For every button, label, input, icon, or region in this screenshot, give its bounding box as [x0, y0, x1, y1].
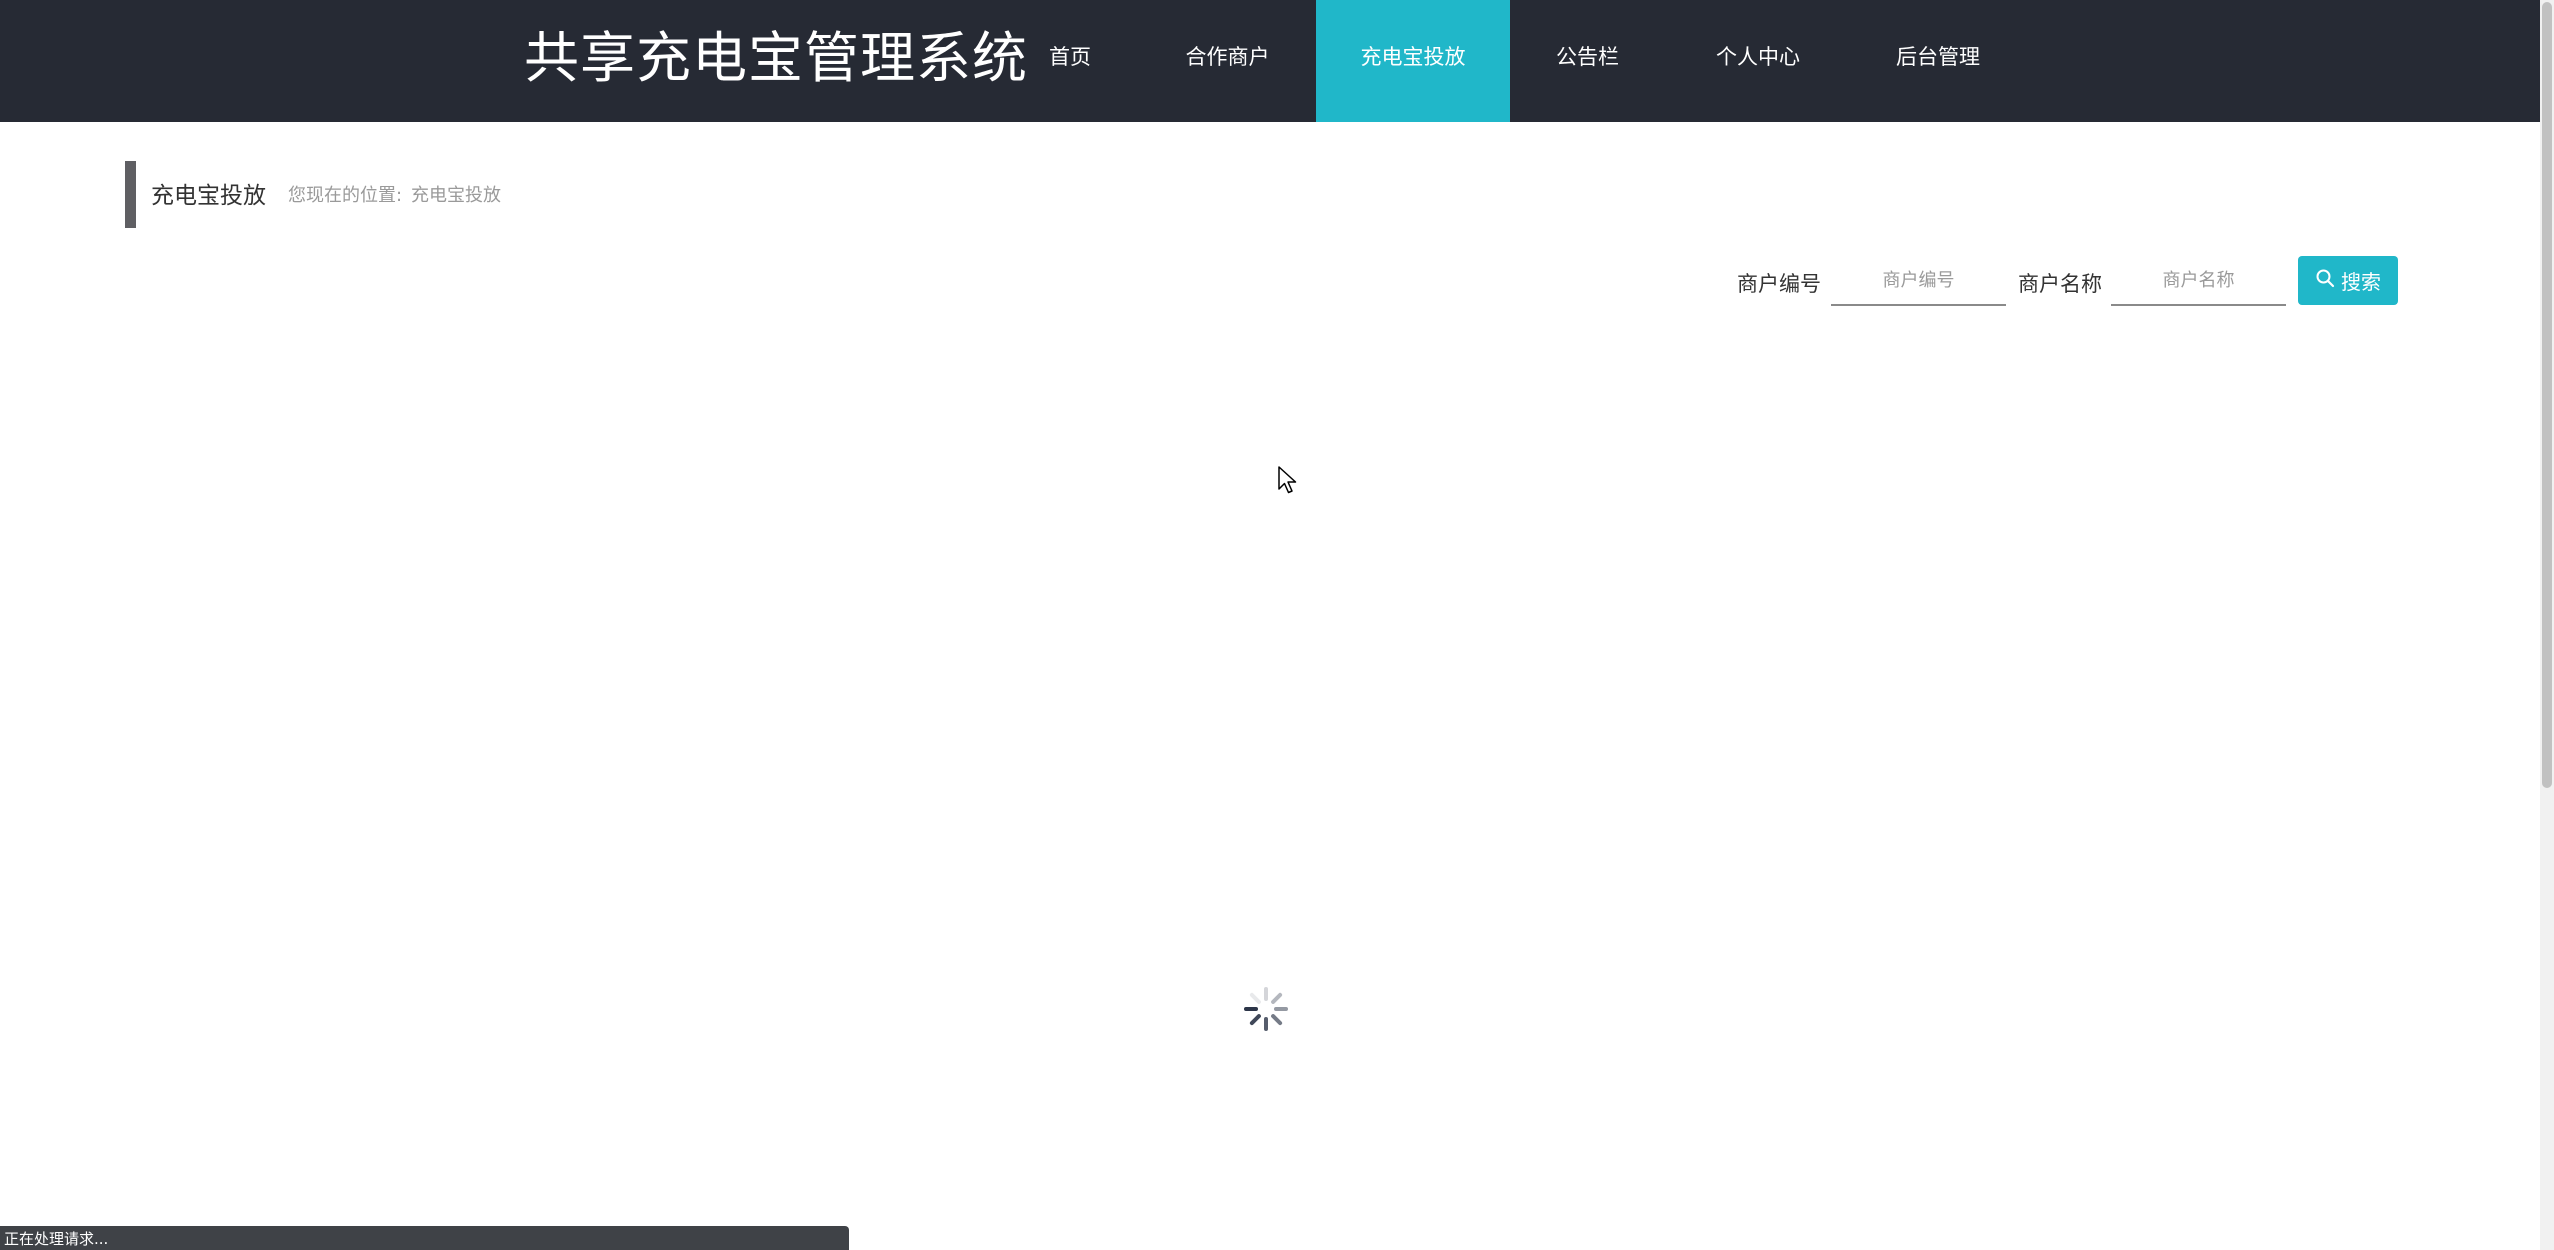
nav-item-personal-center[interactable]: 个人中心 — [1678, 0, 1838, 122]
merchant-id-input[interactable] — [1831, 256, 2006, 306]
nav-item-admin[interactable]: 后台管理 — [1858, 0, 2018, 122]
merchant-name-input[interactable] — [2111, 256, 2286, 306]
top-navbar: 共享充电宝管理系统 首页 合作商户 充电宝投放 公告栏 个人中心 后台管理 — [0, 0, 2540, 122]
page-title: 充电宝投放 — [151, 183, 266, 209]
breadcrumb-current: 充电宝投放 — [411, 185, 501, 206]
mouse-cursor-icon — [1277, 465, 1299, 495]
scrollbar-thumb[interactable] — [2542, 2, 2552, 788]
status-text: 正在处理请求... — [4, 1230, 109, 1248]
browser-status-bar: 正在处理请求... — [0, 1226, 849, 1250]
merchant-id-label: 商户编号 — [1737, 272, 1821, 296]
nav-item-bulletin-board[interactable]: 公告栏 — [1535, 0, 1640, 122]
search-icon — [2315, 268, 2335, 293]
breadcrumb-accent-bar — [125, 161, 136, 228]
page-scrollbar[interactable] — [2540, 0, 2554, 1250]
nav-item-home[interactable]: 首页 — [1020, 0, 1120, 122]
site-title: 共享充电宝管理系统 — [524, 26, 1029, 90]
nav-item-power-bank-deployment[interactable]: 充电宝投放 — [1316, 0, 1510, 122]
nav-item-partner-merchants[interactable]: 合作商户 — [1145, 0, 1310, 122]
search-button[interactable]: 搜索 — [2298, 256, 2398, 305]
loading-spinner-icon — [1243, 986, 1289, 1032]
breadcrumb-prefix: 您现在的位置: — [288, 185, 403, 206]
merchant-name-label: 商户名称 — [2018, 272, 2102, 296]
search-button-label: 搜索 — [2341, 270, 2381, 294]
